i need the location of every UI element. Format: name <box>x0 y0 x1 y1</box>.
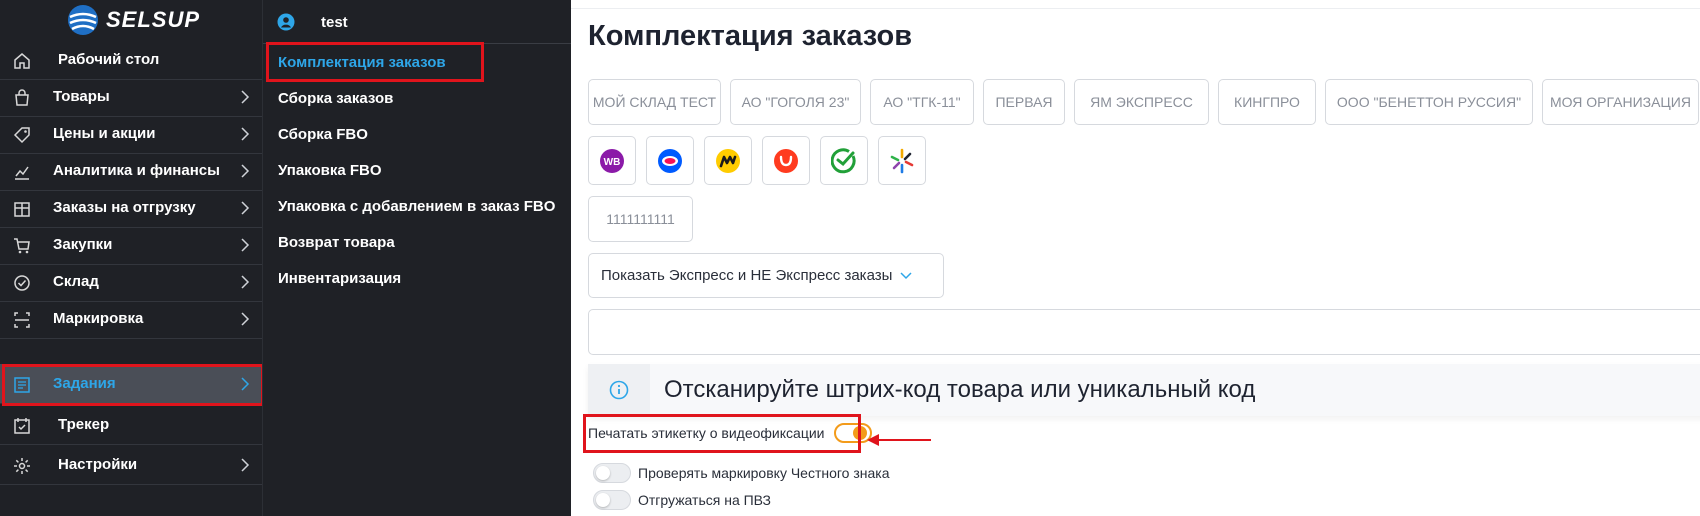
sidebar-item-warehouse[interactable]: Склад <box>0 262 262 302</box>
yandex-market-icon <box>716 148 740 173</box>
scan-prompt-text: Отсканируйте штрих-код товара или уникал… <box>664 376 1256 403</box>
chevron-right-icon <box>241 238 250 252</box>
highlight-frame-tasks <box>2 364 264 406</box>
chart-line-icon <box>15 166 29 180</box>
multi-color-star-icon <box>890 148 914 173</box>
red-arrow-icon <box>867 434 931 446</box>
chevron-down-icon <box>900 271 912 279</box>
sidebar-item-label: Товары <box>53 88 110 105</box>
toggle-check-honest-sign: Проверять маркировку Честного знака <box>593 463 890 483</box>
highlight-frame-order-picking <box>266 42 484 82</box>
top-divider <box>571 8 1700 9</box>
brand-name: SELSUP <box>106 7 201 32</box>
org-chip[interactable]: КИНГПРО <box>1218 79 1316 125</box>
marketplace-ozon-button[interactable] <box>646 136 694 185</box>
org-chip[interactable]: МОЙ СКЛАД ТЕСТ <box>588 79 721 125</box>
submenu-panel: test Комплектация заказов Сборка заказов… <box>262 0 572 516</box>
ship-to-pvz-switch[interactable] <box>593 490 631 510</box>
submenu-item-returns[interactable]: Возврат товара <box>278 234 395 251</box>
sidebar-item-label: Маркировка <box>53 310 144 327</box>
sidebar-item-label: Настройки <box>58 456 138 473</box>
check-circle-icon <box>14 275 30 291</box>
info-icon <box>609 380 629 400</box>
scan-code-icon <box>14 312 30 328</box>
submenu-item-fbo-packing-add[interactable]: Упаковка с добавлением в заказ FBO <box>278 198 555 215</box>
wildberries-icon: WB <box>600 148 624 173</box>
scan-input[interactable] <box>588 309 1700 355</box>
user-avatar-icon <box>277 13 295 31</box>
chevron-right-icon <box>241 312 250 326</box>
svg-text:WB: WB <box>604 157 621 168</box>
sidebar-item-label: Закупки <box>53 236 113 253</box>
sidebar-item-desktop[interactable]: Рабочий стол <box>0 40 262 80</box>
submenu-item-fbo-packing[interactable]: Упаковка FBO <box>278 162 382 179</box>
sidebar-item-label: Аналитика и финансы <box>53 162 220 179</box>
submenu-item-fbo-assembly[interactable]: Сборка FBO <box>278 126 368 143</box>
sidebar-item-analytics[interactable]: Аналитика и финансы <box>0 151 262 191</box>
highlight-frame-toggle <box>583 414 861 453</box>
info-icon-box <box>588 364 650 416</box>
chevron-right-icon <box>241 127 250 141</box>
chevron-right-icon <box>241 458 250 472</box>
calendar-check-icon <box>14 418 30 434</box>
chevron-right-icon <box>241 90 250 104</box>
sidebar-item-label: Цены и акции <box>53 125 156 142</box>
org-chip[interactable]: ЯМ ЭКСПРЕСС <box>1074 79 1209 125</box>
submenu-item-order-assembly[interactable]: Сборка заказов <box>278 90 393 107</box>
gear-icon <box>14 458 30 474</box>
aliexpress-icon <box>774 148 798 173</box>
org-chip[interactable]: ПЕРВАЯ <box>983 79 1065 125</box>
chevron-right-icon <box>241 201 250 215</box>
org-chip[interactable]: АО "ГОГОЛЯ 23" <box>730 79 861 125</box>
sbermegamarket-icon <box>831 147 856 173</box>
marketplace-wildberries-button[interactable]: WB <box>588 136 636 185</box>
bag-icon <box>15 89 29 106</box>
org-chip[interactable]: МОЯ ОРГАНИЗАЦИЯ <box>1542 79 1699 125</box>
sidebar-item-purchases[interactable]: Закупки <box>0 225 262 265</box>
sidebar-item-label: Заказы на отгрузку <box>53 199 196 216</box>
user-profile[interactable]: test <box>277 10 348 34</box>
marketplace-yandex-button[interactable] <box>704 136 752 185</box>
check-honest-sign-switch[interactable] <box>593 463 631 483</box>
express-filter-value: Показать Экспресс и НЕ Экспресс заказы <box>601 267 893 284</box>
marketplace-sber-button[interactable] <box>820 136 868 185</box>
cart-icon <box>14 238 30 254</box>
marketplace-aliexpress-button[interactable] <box>762 136 810 185</box>
org-chip[interactable]: ООО "БЕНЕТТОН РУССИЯ" <box>1325 79 1533 125</box>
selsup-logo-icon <box>68 5 98 35</box>
brand-logo[interactable]: SELSUP <box>66 2 200 38</box>
sidebar-item-marking[interactable]: Маркировка <box>0 299 262 339</box>
sidebar-item-label: Трекер <box>58 416 110 433</box>
box-icon <box>14 202 30 217</box>
sidebar-item-label: Склад <box>53 273 99 290</box>
toggle-label: Проверять маркировку Честного знака <box>638 465 890 481</box>
toggle-ship-to-pvz: Отгружаться на ПВЗ <box>593 490 771 510</box>
sidebar-item-settings[interactable]: Настройки <box>0 445 262 485</box>
home-icon <box>14 53 30 69</box>
sidebar-item-shipment-orders[interactable]: Заказы на отгрузку <box>0 188 262 228</box>
ozon-icon <box>658 148 682 173</box>
user-name: test <box>321 13 348 31</box>
express-filter-select[interactable]: Показать Экспресс и НЕ Экспресс заказы <box>588 253 944 298</box>
switch-knob <box>596 493 610 507</box>
switch-knob <box>596 466 610 480</box>
chevron-right-icon <box>241 164 250 178</box>
price-tag-icon <box>13 127 30 144</box>
sidebar-item-tracker[interactable]: Трекер <box>0 405 262 445</box>
marketplace-other-button[interactable] <box>878 136 926 185</box>
submenu-item-inventory[interactable]: Инвентаризация <box>278 270 401 287</box>
scan-prompt-banner: Отсканируйте штрих-код товара или уникал… <box>588 364 1700 416</box>
org-chip[interactable]: АО "ТГК-11" <box>870 79 974 125</box>
sidebar-item-prices[interactable]: Цены и акции <box>0 114 262 154</box>
extra-filter-chip[interactable]: 1111111111 <box>588 196 693 242</box>
chevron-right-icon <box>241 275 250 289</box>
sidebar-item-products[interactable]: Товары <box>0 77 262 117</box>
sidebar-item-label: Рабочий стол <box>58 51 160 68</box>
main-content: Комплектация заказов МОЙ СКЛАД ТЕСТ АО "… <box>571 0 1700 516</box>
sidebar: SELSUP Рабочий стол Товары Цены и акции … <box>0 0 264 516</box>
page-title: Комплектация заказов <box>588 20 913 52</box>
toggle-label: Отгружаться на ПВЗ <box>638 492 772 508</box>
